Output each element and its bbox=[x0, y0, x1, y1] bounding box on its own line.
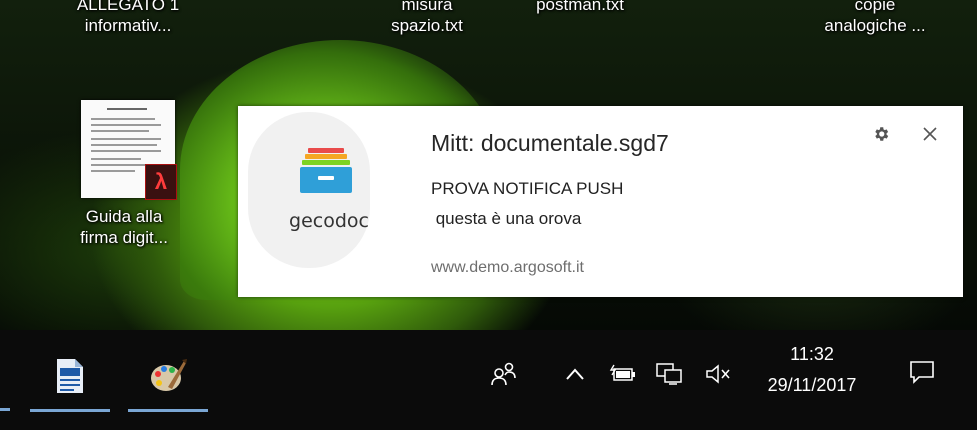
taskbar: 11:32 29/11/2017 bbox=[0, 330, 977, 430]
notification-settings-button[interactable] bbox=[867, 120, 895, 148]
acrobat-icon: λ bbox=[145, 164, 177, 200]
writer-document-icon bbox=[57, 359, 83, 393]
desktop-icon-postman[interactable]: postman.txt bbox=[500, 0, 660, 15]
taskbar-edge-indicator bbox=[0, 408, 10, 411]
taskbar-app-paint[interactable] bbox=[128, 340, 208, 412]
close-icon bbox=[923, 127, 937, 141]
action-center-icon bbox=[910, 361, 934, 384]
desktop-icon-label: Guida alla firma digit... bbox=[80, 207, 168, 247]
chevron-up-icon bbox=[566, 368, 584, 380]
battery-icon bbox=[609, 364, 635, 381]
taskbar-clock[interactable]: 11:32 29/11/2017 bbox=[746, 338, 878, 412]
notification-source: www.demo.argosoft.it bbox=[431, 259, 584, 276]
desktop-icon-allegato[interactable]: ALLEGATO 1 informativ... bbox=[48, 0, 208, 36]
active-app-indicator bbox=[30, 409, 110, 412]
network-icon bbox=[656, 363, 682, 385]
notification-subtitle: PROVA NOTIFICA PUSH bbox=[431, 179, 624, 198]
people-icon bbox=[491, 362, 516, 386]
network-button[interactable] bbox=[651, 356, 687, 392]
desktop-icon-copie-analogiche[interactable]: copie analogiche ... bbox=[790, 0, 960, 36]
app-badge bbox=[248, 112, 370, 268]
notification-close-button[interactable] bbox=[916, 120, 944, 148]
taskbar-app-writer[interactable] bbox=[30, 340, 110, 412]
pdf-file-icon[interactable]: λ bbox=[81, 100, 177, 200]
power-button[interactable] bbox=[604, 356, 640, 392]
desktop-icon-label: postman.txt bbox=[536, 0, 624, 14]
active-app-indicator bbox=[128, 409, 208, 412]
volume-muted-icon bbox=[706, 364, 730, 384]
paint-palette-icon bbox=[151, 359, 187, 391]
people-button[interactable] bbox=[486, 356, 522, 392]
gecodoc-logo-icon bbox=[300, 148, 352, 193]
notification-body: questa è una orova bbox=[431, 209, 582, 228]
desktop-icon-guida-firma[interactable]: Guida alla firma digit... bbox=[50, 206, 198, 248]
desktop-icon-label: misura spazio.txt bbox=[391, 0, 463, 35]
notification-title: Mitt: documentale.sgd7 bbox=[431, 130, 669, 156]
clock-time: 11:32 bbox=[790, 344, 834, 364]
gear-icon bbox=[875, 127, 889, 141]
volume-button[interactable] bbox=[700, 356, 736, 392]
app-name: gecodoc bbox=[289, 210, 369, 232]
push-notification-toast[interactable]: gecodoc Mitt: documentale.sgd7 PROVA NOT… bbox=[238, 106, 963, 297]
action-center-button[interactable] bbox=[904, 354, 940, 390]
desktop-icon-misura-spazio[interactable]: misura spazio.txt bbox=[372, 0, 482, 36]
desktop-icon-label: copie analogiche ... bbox=[824, 0, 926, 35]
clock-date: 29/11/2017 bbox=[767, 375, 857, 395]
show-hidden-icons-button[interactable] bbox=[560, 356, 590, 392]
desktop-icon-label: ALLEGATO 1 informativ... bbox=[76, 0, 180, 35]
